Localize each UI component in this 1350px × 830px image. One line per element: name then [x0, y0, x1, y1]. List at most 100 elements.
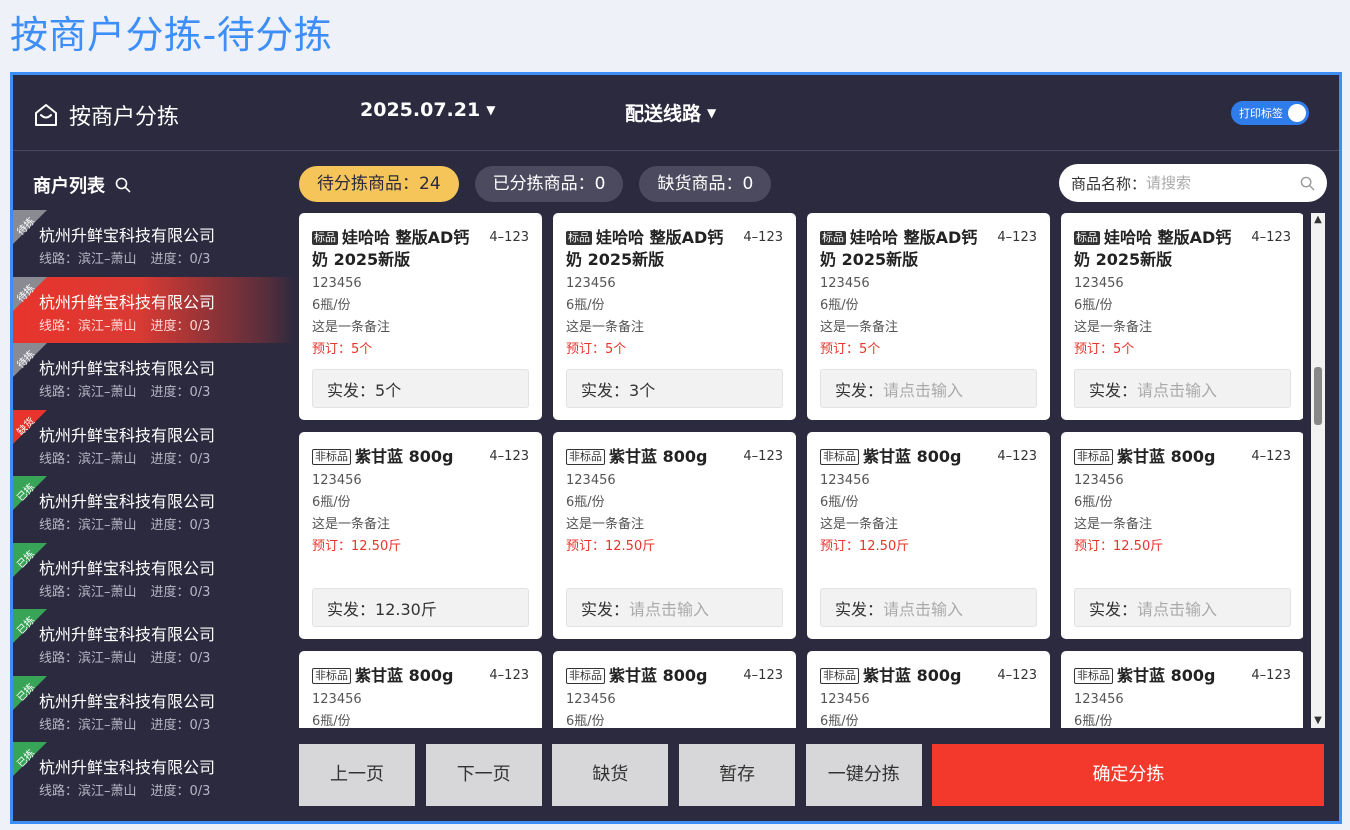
merchant-route: 线路：滨江–萧山: [39, 584, 137, 600]
tab-sorted[interactable]: 已分拣商品：0: [474, 166, 624, 202]
product-name: 紫甘蓝 800g: [609, 666, 708, 685]
product-card[interactable]: 标品 娃哈哈 整版AD钙奶 2025新版 4–123 123456 6瓶/份 这是一条备注…: [807, 213, 1050, 420]
product-note: 这是一条备注: [1074, 517, 1153, 532]
merchant-progress: 进度：0/3: [150, 717, 211, 733]
merchant-progress: 进度：0/3: [150, 584, 211, 600]
product-card-header: 非标品 紫甘蓝 800g 4–123: [312, 665, 529, 687]
prev-page-button[interactable]: 上一页: [299, 744, 415, 806]
product-card[interactable]: 非标品 紫甘蓝 800g 4–123 123456 6瓶/份: [807, 651, 1050, 728]
product-slot: 4–123: [743, 668, 783, 683]
chevron-down-icon: ▼: [486, 103, 496, 117]
actual-qty-input[interactable]: 实发： 12.30斤: [312, 588, 529, 627]
product-code: 123456: [312, 692, 362, 707]
next-page-button[interactable]: 下一页: [425, 744, 542, 806]
sidebar-header: 商户列表: [33, 172, 131, 198]
actual-qty-placeholder: 请点击输入: [629, 599, 710, 619]
merchant-list-item[interactable]: 已拣 杭州升鲜宝科技有限公司 线路：滨江–萧山 进度：0/3: [13, 542, 295, 610]
product-name: 紫甘蓝 800g: [609, 447, 708, 466]
product-card[interactable]: 非标品 紫甘蓝 800g 4–123 123456 6瓶/份 这是一条备注 预订：12.50…: [553, 432, 796, 639]
save-draft-button[interactable]: 暂存: [679, 744, 796, 806]
actual-qty-placeholder: 请点击输入: [1137, 599, 1218, 619]
actual-qty-input[interactable]: 实发： 5个: [312, 369, 529, 408]
scrollbar-thumb[interactable]: [1314, 367, 1322, 425]
merchant-list-item[interactable]: 缺货 杭州升鲜宝科技有限公司 线路：滨江–萧山 进度：0/3: [13, 409, 295, 477]
tab-pending[interactable]: 待分拣商品：24: [299, 166, 459, 202]
product-code: 123456: [820, 692, 870, 707]
product-order-qty: 预订：12.50斤: [312, 539, 402, 554]
print-label-toggle[interactable]: 打印标签: [1231, 101, 1309, 125]
product-card-header: 非标品 紫甘蓝 800g 4–123: [820, 665, 1037, 687]
actual-qty-input[interactable]: 实发： 请点击输入: [1074, 369, 1291, 408]
product-spec: 6瓶/份: [820, 495, 859, 510]
app-title: 按商户分拣: [33, 99, 179, 131]
product-spec: 6瓶/份: [820, 298, 859, 313]
product-card[interactable]: 非标品 紫甘蓝 800g 4–123 123456 6瓶/份 这是一条备注 预订：12.50…: [1061, 432, 1303, 639]
actual-qty-value: 3个: [629, 380, 656, 400]
merchant-route: 线路：滨江–萧山: [39, 385, 137, 400]
date-value: 2025.07.21: [360, 99, 481, 121]
actual-qty-label: 实发：: [835, 599, 884, 619]
product-card[interactable]: 非标品 紫甘蓝 800g 4–123 123456 6瓶/份: [553, 651, 796, 728]
merchant-name: 杭州升鲜宝科技有限公司: [39, 359, 216, 378]
product-code: 123456: [820, 473, 870, 488]
action-bar: 上一页 下一页 缺货 暂存 一键分拣 确定分拣: [299, 744, 1327, 806]
product-title: 非标品 紫甘蓝 800g: [566, 446, 736, 468]
product-slot: 4–123: [1251, 449, 1291, 464]
product-title: 非标品 紫甘蓝 800g: [820, 665, 990, 687]
actual-qty-value: 12.30斤: [375, 599, 437, 619]
chevron-down-icon: ▼: [707, 105, 717, 120]
product-code: 123456: [1074, 473, 1124, 488]
search-icon[interactable]: [115, 177, 131, 193]
merchant-list-item[interactable]: 待拣 杭州升鲜宝科技有限公司 线路：滨江–萧山 进度：0/3: [13, 343, 295, 410]
product-spec: 6瓶/份: [1074, 714, 1113, 728]
product-slot: 4–123: [1251, 668, 1291, 683]
actual-qty-label: 实发：: [835, 380, 884, 400]
product-card[interactable]: 非标品 紫甘蓝 800g 4–123 123456 6瓶/份: [299, 651, 542, 728]
product-code: 123456: [566, 692, 616, 707]
actual-qty-input[interactable]: 实发： 请点击输入: [1074, 588, 1291, 627]
product-type-badge: 非标品: [566, 668, 605, 684]
merchant-route: 线路：滨江–萧山: [39, 651, 137, 666]
scroll-up-arrow-icon[interactable]: ▲: [1311, 213, 1325, 227]
actual-qty-input[interactable]: 实发： 请点击输入: [566, 588, 783, 627]
merchant-list-item[interactable]: 已拣 杭州升鲜宝科技有限公司 线路：滨江–萧山 进度：0/3: [13, 675, 295, 743]
page-title: 按商户分拣-待分拣: [10, 13, 333, 57]
merchant-sidebar: 商户列表 待拣 杭州升鲜宝科技有限公司 线路：滨江–萧山 进度：0/3 待拣 杭州升鲜宝科…: [13, 152, 295, 821]
product-card[interactable]: 非标品 紫甘蓝 800g 4–123 123456 6瓶/份: [1061, 651, 1303, 728]
product-slot: 4–123: [489, 668, 529, 683]
vertical-scrollbar[interactable]: ▲ ▼: [1311, 213, 1325, 728]
actual-qty-placeholder: 请点击输入: [883, 380, 964, 400]
actual-qty-input[interactable]: 实发： 请点击输入: [820, 369, 1037, 408]
tab-out-of-stock[interactable]: 缺货商品：0: [639, 166, 772, 202]
merchant-list-item[interactable]: 待拣 杭州升鲜宝科技有限公司 线路：滨江–萧山 进度：0/3: [13, 210, 295, 277]
product-card[interactable]: 标品 娃哈哈 整版AD钙奶 2025新版 4–123 123456 6瓶/份 这是一条备注…: [553, 213, 796, 420]
date-dropdown[interactable]: 2025.07.21 ▼: [360, 99, 495, 121]
confirm-sort-button[interactable]: 确定分拣: [932, 744, 1325, 806]
product-search[interactable]: 商品名称：: [1059, 164, 1327, 202]
actual-qty-input[interactable]: 实发： 请点击输入: [820, 588, 1037, 627]
product-slot: 4–123: [997, 449, 1037, 464]
one-click-sort-button[interactable]: 一键分拣: [805, 744, 922, 806]
product-type-badge: 非标品: [820, 668, 859, 684]
home-icon: [35, 104, 57, 126]
merchant-progress: 进度：0/3: [150, 518, 211, 533]
route-dropdown[interactable]: 配送线路 ▼: [625, 99, 716, 126]
actual-qty-input[interactable]: 实发： 3个: [566, 369, 783, 408]
merchant-list-item[interactable]: 已拣 杭州升鲜宝科技有限公司 线路：滨江–萧山 进度：0/3: [13, 609, 295, 676]
product-type-badge: 标品: [1074, 231, 1100, 245]
search-icon[interactable]: [1300, 176, 1315, 191]
product-card[interactable]: 标品 娃哈哈 整版AD钙奶 2025新版 4–123 123456 6瓶/份 这是一条备注…: [1061, 213, 1303, 420]
scroll-down-arrow-icon[interactable]: ▼: [1311, 714, 1325, 728]
product-card[interactable]: 非标品 紫甘蓝 800g 4–123 123456 6瓶/份 这是一条备注 预订：12.50…: [299, 432, 542, 639]
product-card-header: 标品 娃哈哈 整版AD钙奶 2025新版 4–123: [566, 227, 783, 271]
search-input[interactable]: [1146, 174, 1300, 192]
merchant-list-item[interactable]: 已拣 杭州升鲜宝科技有限公司 线路：滨江–萧山 进度：0/3: [13, 742, 295, 809]
product-title: 标品 娃哈哈 整版AD钙奶 2025新版: [566, 227, 736, 271]
merchant-list-item[interactable]: 已拣 杭州升鲜宝科技有限公司 线路：滨江–萧山 进度：0/3: [13, 476, 295, 543]
product-order-qty: 预订：12.50斤: [1074, 539, 1164, 554]
product-card[interactable]: 非标品 紫甘蓝 800g 4–123 123456 6瓶/份 这是一条备注 预订：12.50…: [807, 432, 1050, 639]
product-note: 这是一条备注: [566, 517, 645, 532]
merchant-list-item[interactable]: 待拣 杭州升鲜宝科技有限公司 线路：滨江–萧山 进度：0/3: [13, 276, 295, 343]
out-of-stock-button[interactable]: 缺货: [552, 744, 669, 806]
product-card[interactable]: 标品 娃哈哈 整版AD钙奶 2025新版 4–123 123456 6瓶/份 这是一条备注…: [299, 213, 542, 420]
